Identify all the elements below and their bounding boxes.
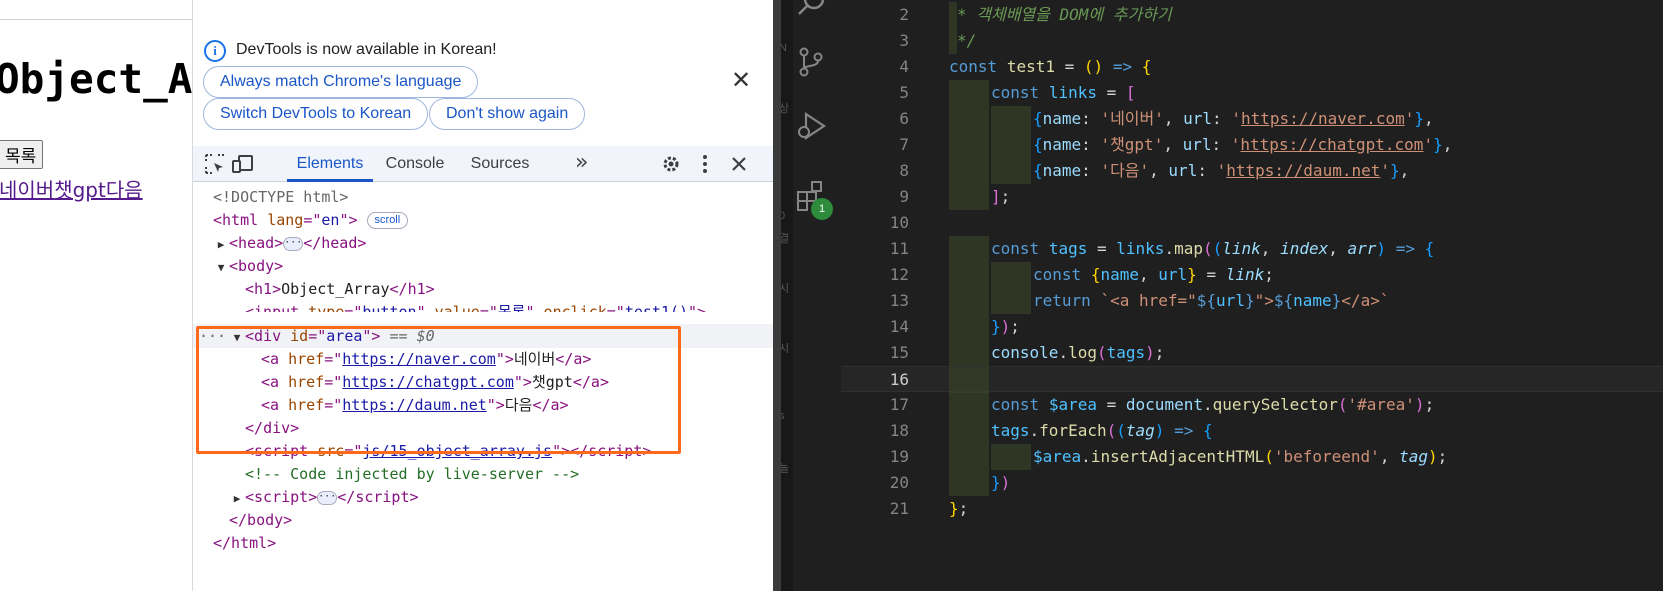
code-line: 14 }); (841, 314, 1663, 340)
scroll-badge[interactable]: scroll (366, 212, 409, 229)
tree-row-a-naver[interactable]: <a href="https://naver.com">네이버</a> (193, 347, 773, 371)
run-debug-icon[interactable] (793, 108, 829, 144)
tab-sources[interactable]: Sources (469, 146, 531, 182)
tree-row-script-src[interactable]: <script src="js/15_object_array.js"></sc… (193, 439, 773, 463)
tree-row-head[interactable]: ▶ <head>···</head> (193, 231, 773, 255)
tree-row-a-daum[interactable]: <a href="https://daum.net">다음</a> (193, 393, 773, 417)
row-menu-dots-icon[interactable]: ··· (199, 324, 226, 348)
info-icon: i (204, 40, 226, 62)
devtools-tabbar: Elements Console Sources » (193, 146, 773, 182)
tree-row-input[interactable]: <input type="button" value="목록" onclick=… (193, 300, 773, 312)
source-control-icon[interactable] (793, 44, 829, 80)
code-line: 9 ]; (841, 184, 1663, 210)
kebab-menu-icon[interactable] (693, 152, 717, 176)
inspect-element-icon[interactable] (203, 152, 227, 176)
gear-icon[interactable] (659, 152, 683, 176)
link-naver[interactable]: 네이버 (0, 178, 54, 202)
tree-row-doctype[interactable]: <!DOCTYPE html> (193, 185, 773, 209)
page-heading: Object_Array (0, 55, 193, 103)
tree-row-div-area[interactable]: ··· ▼ <div id="area"> == $0 (193, 324, 773, 348)
code-line: 12 const {name, url} = link; (841, 262, 1663, 288)
page-top-strip (0, 0, 192, 20)
always-match-language-button[interactable]: Always match Chrome's language (203, 66, 479, 98)
rendered-page: Object_Array 목록 네이버챗gpt다음 (0, 0, 193, 591)
ellipsis-icon[interactable]: ··· (317, 490, 338, 505)
list-button[interactable]: 목록 (0, 140, 44, 169)
code-line: 17 const $area = document.querySelector(… (841, 392, 1663, 418)
elements-tree: <!DOCTYPE html> <html lang="en"> scroll … (193, 185, 773, 591)
tab-console[interactable]: Console (383, 146, 447, 182)
code-editor[interactable]: 2 * 객체배열을 DOM에 추가하기 3 */ 4 const test1 =… (841, 0, 1663, 591)
code-line-current: 16 (841, 366, 1663, 393)
notice-text: DevTools is now available in Korean! (236, 41, 497, 58)
language-notice: i DevTools is now available in Korean! A… (193, 32, 773, 146)
vscode-window: N 상 0 결 시 시 s 놀 1 2 * 객체배열을 DOM에 추가하기 3 … (781, 0, 1663, 591)
tree-row-body[interactable]: ▼ <body> (193, 254, 773, 278)
code-line: 5 const links = [ (841, 80, 1663, 106)
more-tabs-chevron-icon[interactable]: » (575, 146, 588, 182)
search-icon[interactable] (793, 0, 829, 22)
tree-row-html[interactable]: <html lang="en"> scroll (193, 208, 773, 232)
devtools-panel: i DevTools is now available in Korean! A… (193, 0, 773, 591)
code-line: 4 const test1 = () => { (899, 57, 1152, 76)
code-line: 7 {name: '챗gpt', url: 'https://chatgpt.c… (841, 132, 1663, 158)
ellipsis-icon[interactable]: ··· (283, 236, 304, 251)
tree-row-html-close[interactable]: </html> (193, 531, 773, 555)
tree-row-a-chatgpt[interactable]: <a href="https://chatgpt.com">챗gpt</a> (193, 370, 773, 394)
window-divider (773, 0, 781, 591)
code-line: 6 {name: '네이버', url: 'https://naver.com'… (841, 106, 1663, 132)
extensions-badge: 1 (811, 198, 833, 220)
tree-row-h1[interactable]: <h1>Object_Array</h1> (193, 277, 773, 301)
tree-row-body-close[interactable]: </body> (193, 508, 773, 532)
dont-show-again-button[interactable]: Don't show again (429, 98, 586, 130)
area-links: 네이버챗gpt다음 (0, 174, 143, 203)
activity-bar: N 상 0 결 시 시 s 놀 1 (781, 0, 841, 591)
code-line: 15 console.log(tags); (841, 340, 1663, 366)
tree-row-comment[interactable]: <!-- Code injected by live-server --> (193, 462, 773, 486)
close-devtools-icon[interactable] (727, 152, 751, 176)
close-icon[interactable]: ✕ (731, 68, 751, 92)
tree-row-div-close[interactable]: </div> (193, 416, 773, 440)
code-line: 13 return `<a href="${url}">${name}</a>` (841, 288, 1663, 314)
link-chatgpt[interactable]: 챗gpt (54, 178, 106, 202)
tab-elements[interactable]: Elements (287, 146, 373, 182)
code-line: 10 (889, 213, 909, 232)
device-toolbar-icon[interactable] (231, 152, 255, 176)
code-line: 2 * 객체배열을 DOM에 추가하기 (841, 2, 1663, 28)
code-line: 19 $area.insertAdjacentHTML('beforeend',… (841, 444, 1663, 470)
link-daum[interactable]: 다음 (106, 178, 143, 202)
screen: Object_Array 목록 네이버챗gpt다음 i DevTools is … (0, 0, 1663, 591)
tree-row-script-injected[interactable]: ▶ <script>···</script> (193, 485, 773, 509)
code-line: 20 }) (841, 470, 1663, 496)
code-line: 3 */ (841, 28, 1663, 54)
explorer-edge-strip: N 상 0 결 시 시 s 놀 (781, 0, 793, 591)
switch-to-korean-button[interactable]: Switch DevTools to Korean (203, 98, 429, 130)
code-line: 18 tags.forEach((tag) => { (841, 418, 1663, 444)
code-line: 11 const tags = links.map((link, index, … (841, 236, 1663, 262)
code-line: 21 }; (889, 499, 969, 518)
code-line: 8 {name: '다음', url: 'https://daum.net'}, (841, 158, 1663, 184)
